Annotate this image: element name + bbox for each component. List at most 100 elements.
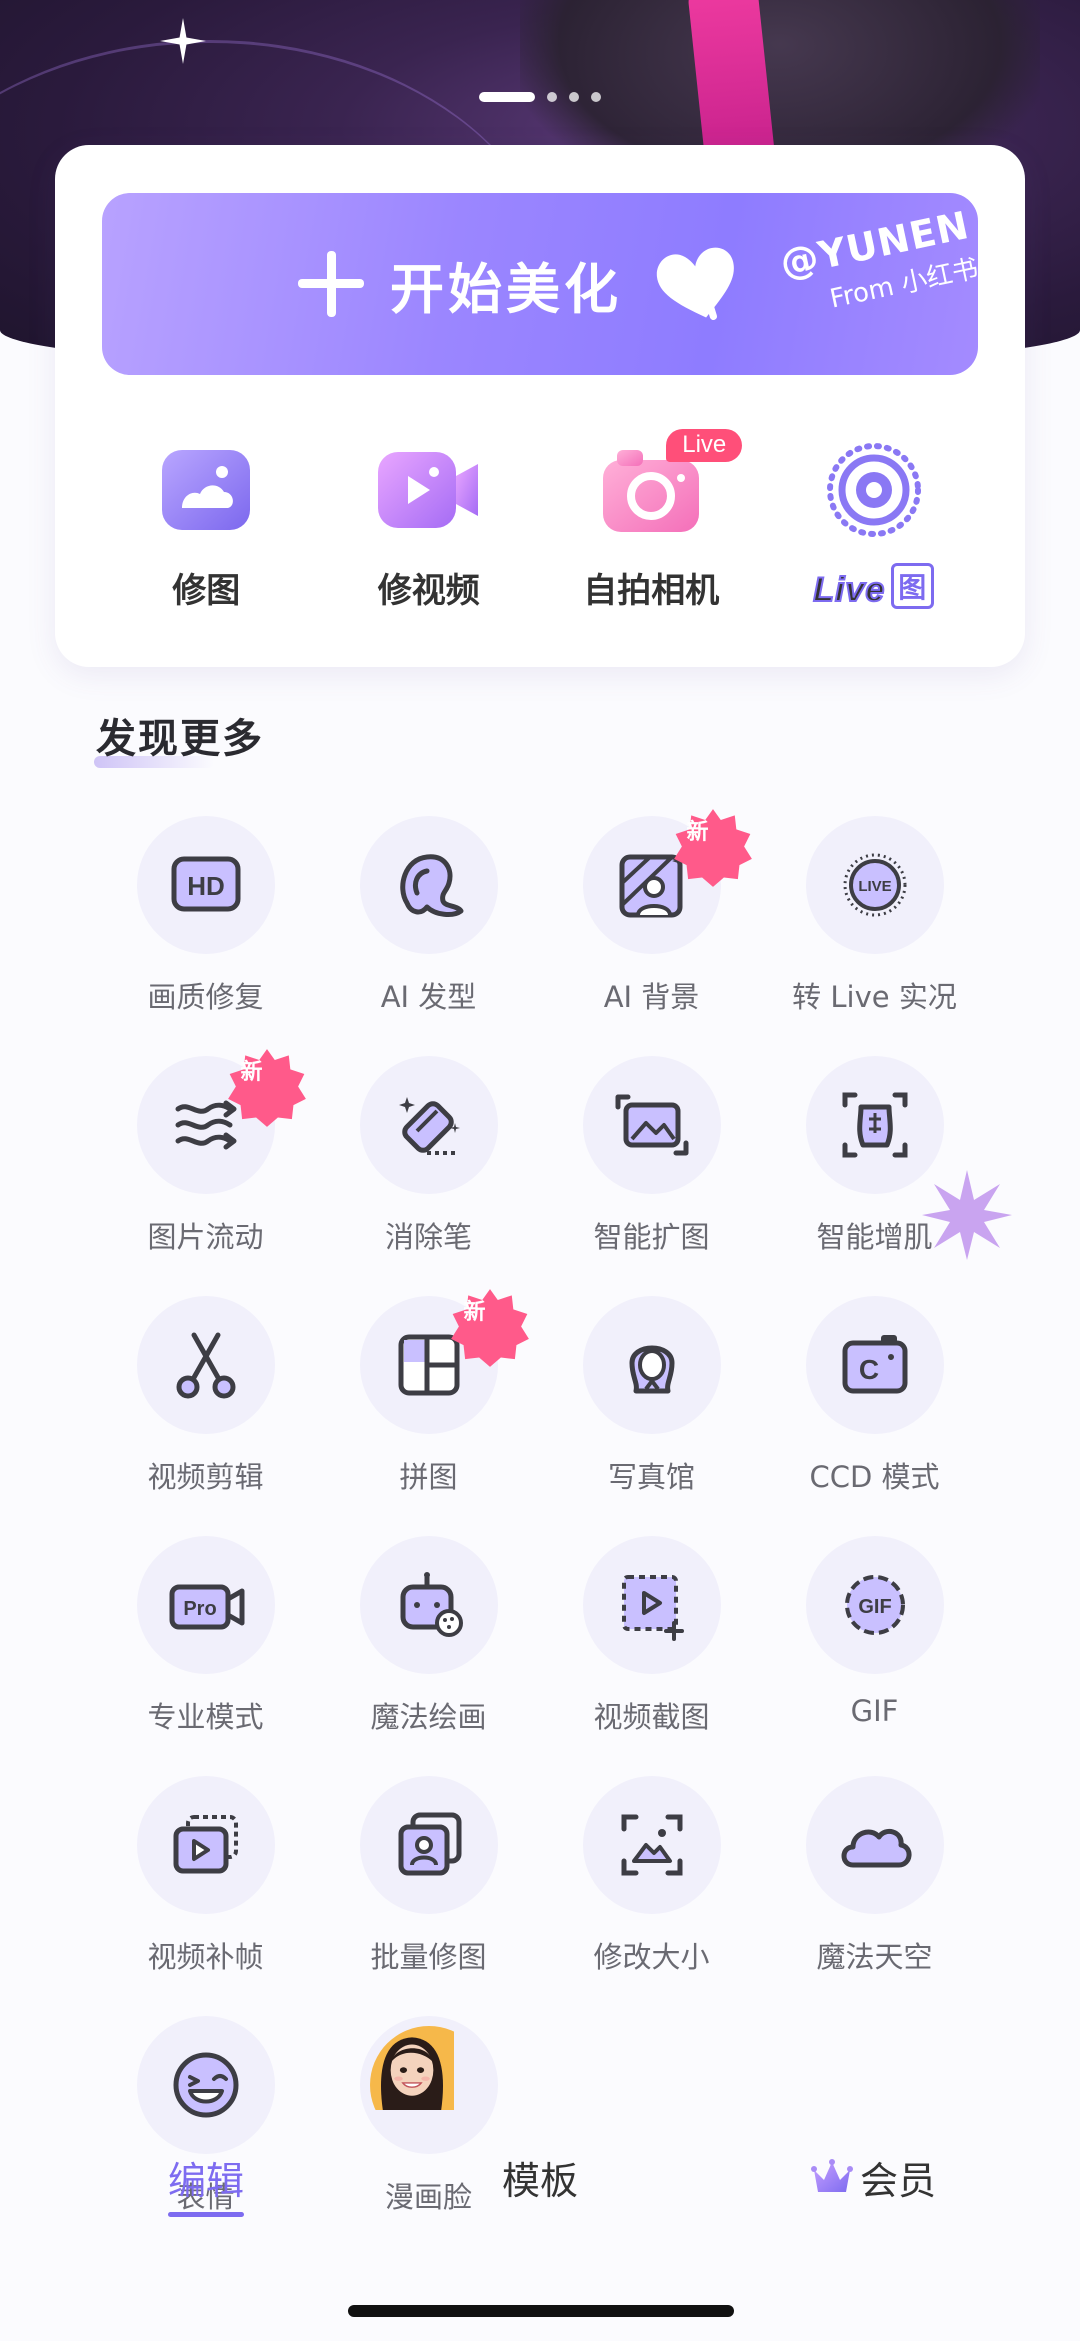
tool-icon-circle: [359, 1056, 498, 1194]
crown-icon: [811, 2158, 853, 2192]
live-icon: LIVE: [843, 853, 906, 917]
tool-video-capture[interactable]: 视频截图: [540, 1536, 763, 1736]
tool-smart-expand[interactable]: 智能扩图: [540, 1056, 763, 1256]
quick-actions: 修图 修视频 Live 自拍相机 Live 图: [55, 429, 1025, 635]
tool-quality-repair[interactable]: HD 画质修复: [94, 816, 317, 1016]
tool-pro-mode[interactable]: Pro 专业模式: [94, 1536, 317, 1736]
tool-icon-circle: 新: [136, 1049, 306, 1194]
pager-dot[interactable]: [569, 92, 579, 102]
tool-label: 专业模式: [147, 1700, 264, 1734]
tool-portrait-studio[interactable]: 写真馆: [540, 1296, 763, 1496]
pager-dot[interactable]: [591, 92, 601, 102]
bottom-nav: 编辑 模板 会员: [0, 2150, 1080, 2220]
tool-eraser[interactable]: 消除笔: [317, 1056, 540, 1256]
tool-batch-edit[interactable]: 批量修图: [317, 1776, 540, 1976]
tools-grid: HD 画质修复 AI 发型 新 AI 背景 LIVE 转 Live 实况 新 图…: [94, 809, 994, 2216]
live-badge: Live: [666, 429, 743, 462]
tool-icon-circle: C: [805, 1296, 944, 1434]
tool-icon-circle: 新: [582, 809, 752, 954]
tool-label: 修改大小: [593, 1940, 710, 1974]
tool-collage[interactable]: 新 拼图: [317, 1289, 540, 1496]
tool-icon-circle: [582, 1536, 721, 1674]
wink-icon: [173, 2052, 238, 2118]
tool-convert-live[interactable]: LIVE 转 Live 实况: [763, 816, 986, 1016]
pager-dot[interactable]: [547, 92, 557, 102]
tool-ai-hair[interactable]: AI 发型: [317, 816, 540, 1016]
quick-action-label: 修视频: [377, 571, 480, 611]
pager-dot-active[interactable]: [479, 92, 535, 102]
tool-label: CCD 模式: [809, 1460, 940, 1494]
eraser-icon: [398, 1097, 460, 1155]
live-ring-icon: [819, 435, 929, 545]
svg-text:Pro: Pro: [183, 1598, 216, 1620]
heart-icon: [656, 247, 734, 320]
nav-tab-membership[interactable]: 会员: [810, 2150, 936, 2205]
tool-icon-circle: [582, 1296, 721, 1434]
tool-magic-paint[interactable]: 魔法绘画: [317, 1536, 540, 1736]
batch-icon: [398, 1812, 461, 1876]
new-badge: 新: [448, 1286, 529, 1367]
hair-icon: [399, 854, 463, 917]
tool-label: 视频剪辑: [147, 1460, 264, 1494]
main-card: 开始美化 @YUNEN From 小红书 修图 修视频 Live 自拍相机 Li…: [55, 145, 1025, 667]
muscle-icon: [842, 1092, 907, 1158]
start-beautify-button[interactable]: 开始美化 @YUNEN From 小红书: [102, 193, 978, 375]
section-title-discover: 发现更多: [94, 706, 264, 768]
svg-text:LIVE: LIVE: [858, 878, 891, 895]
cloud-icon: [841, 1828, 911, 1868]
gif-icon: GIF: [844, 1575, 905, 1635]
video-camera-icon: [374, 435, 484, 545]
tool-label: GIF: [850, 1694, 899, 1728]
tool-label: 智能扩图: [593, 1220, 710, 1254]
pro-icon: Pro: [169, 1584, 244, 1630]
tool-frame-interpolation[interactable]: 视频补帧: [94, 1776, 317, 1976]
tool-ccd-mode[interactable]: C CCD 模式: [763, 1296, 986, 1496]
photo-icon: [151, 435, 261, 545]
tool-label: 视频补帧: [147, 1940, 264, 1974]
cartoon-face-avatar: [369, 2026, 488, 2144]
quick-action-edit-video[interactable]: 修视频: [334, 435, 524, 635]
svg-text:GIF: GIF: [858, 1596, 891, 1618]
hd-icon: HD: [171, 856, 240, 912]
tool-icon-circle: [359, 1776, 498, 1914]
nav-tab-label: 会员: [860, 2159, 937, 2203]
tool-icon-circle: [136, 1776, 275, 1914]
tool-label: 转 Live 实况: [792, 980, 957, 1014]
tool-video-edit[interactable]: 视频剪辑: [94, 1296, 317, 1496]
new-badge: 新: [671, 806, 752, 887]
tool-icon-circle: [359, 2016, 498, 2154]
quick-action-edit-photo[interactable]: 修图: [111, 435, 301, 635]
live-photo-label: Live 图: [812, 563, 935, 610]
tool-gif[interactable]: GIF GIF: [763, 1536, 986, 1736]
tool-icon-circle: 新: [359, 1289, 529, 1434]
tool-icon-circle: GIF: [805, 1536, 944, 1674]
banner-pager[interactable]: [0, 92, 1080, 102]
quick-action-label: 自拍相机: [583, 571, 720, 611]
resize-icon: [621, 1814, 682, 1876]
nav-tab-edit[interactable]: 编辑: [168, 2150, 245, 2217]
quick-action-live-photo[interactable]: Live 图: [779, 435, 969, 635]
quick-action-selfie-camera[interactable]: Live 自拍相机: [556, 429, 746, 635]
nav-tab-templates[interactable]: 模板: [502, 2150, 578, 2205]
tool-icon-circle: [136, 2016, 275, 2154]
start-beautify-label: 开始美化: [390, 257, 622, 321]
tool-label: 视频截图: [593, 1700, 710, 1734]
quick-action-label: 修图: [172, 571, 241, 611]
tool-icon-circle: [582, 1056, 721, 1194]
tool-label: AI 背景: [603, 980, 700, 1014]
tool-label: 魔法天空: [816, 1940, 933, 1974]
tool-label: 魔法绘画: [370, 1700, 487, 1734]
tool-resize[interactable]: 修改大小: [540, 1776, 763, 1976]
tool-label: 消除笔: [384, 1220, 472, 1254]
frames-icon: [173, 1815, 238, 1874]
tool-label: 写真馆: [607, 1460, 695, 1494]
new-badge: 新: [225, 1046, 306, 1127]
tool-label: 智能增肌: [816, 1220, 933, 1254]
home-indicator: [348, 2305, 734, 2317]
tool-magic-sky[interactable]: 魔法天空: [763, 1776, 986, 1976]
tool-image-flow[interactable]: 新 图片流动: [94, 1049, 317, 1256]
expand-icon: [615, 1094, 688, 1156]
tool-label: AI 发型: [380, 980, 477, 1014]
tool-ai-background[interactable]: 新 AI 背景: [540, 809, 763, 1016]
video-capture-icon: [621, 1575, 684, 1641]
